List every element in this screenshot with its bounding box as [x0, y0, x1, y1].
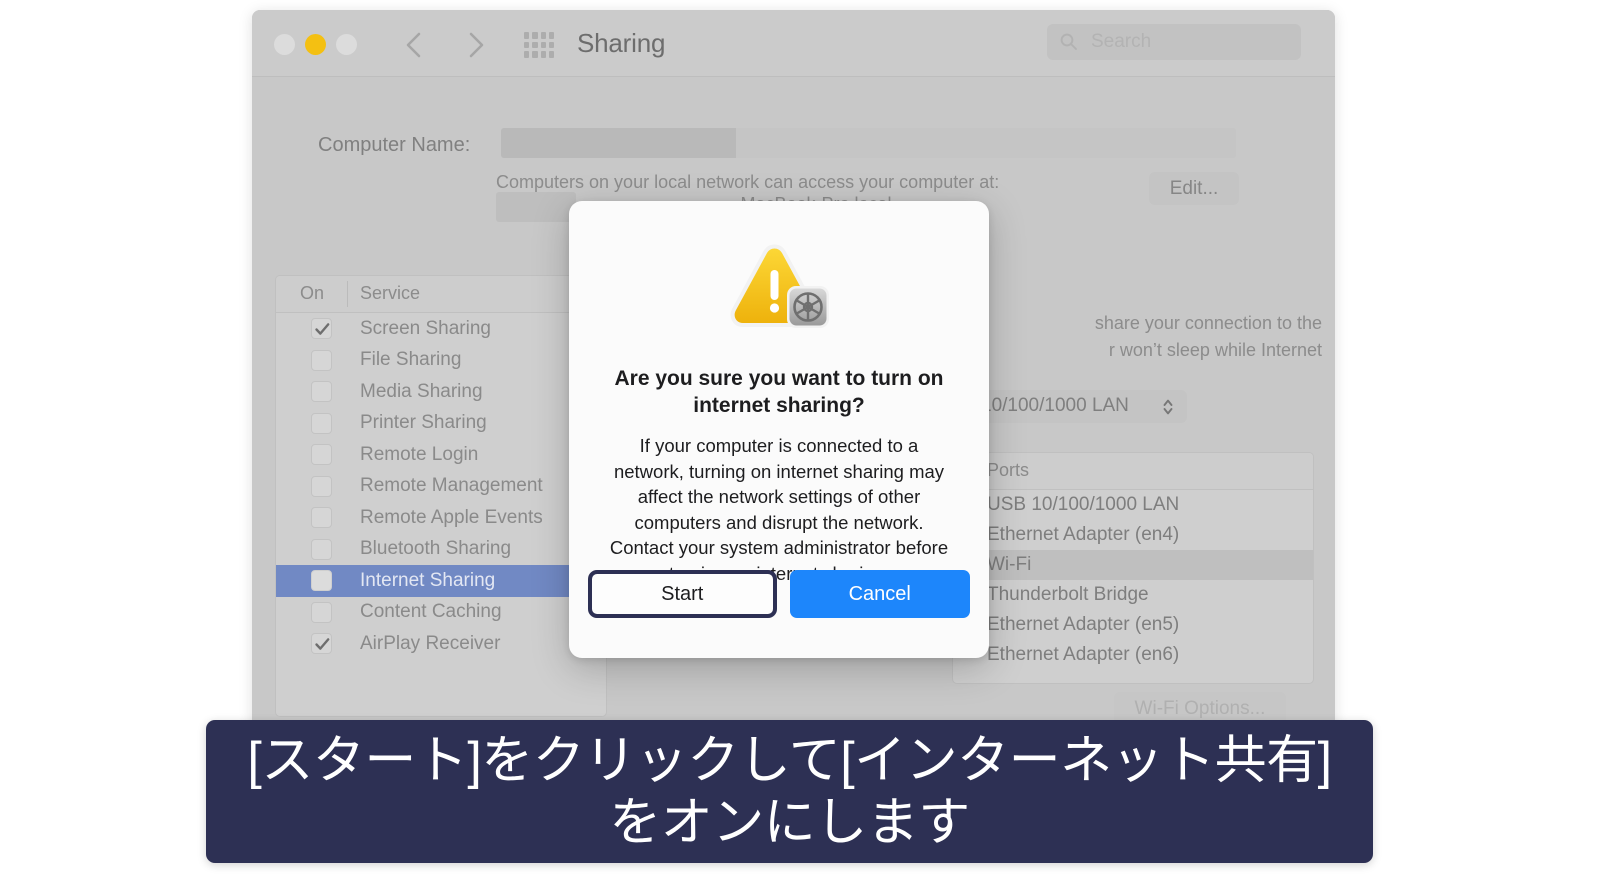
close-window-button[interactable] [274, 34, 295, 55]
service-label: Content Caching [360, 601, 502, 623]
search-input[interactable]: Search [1047, 24, 1301, 60]
service-label: Internet Sharing [360, 569, 496, 591]
checkbox-unchecked[interactable] [311, 538, 332, 560]
services-table: On Service Screen Sharing File Sharing Med… [275, 275, 607, 717]
services-table-header: On Service [276, 276, 606, 313]
service-row[interactable]: Remote Login [276, 439, 606, 471]
service-row[interactable]: File Sharing [276, 345, 606, 377]
search-icon [1059, 32, 1079, 52]
computer-name-field[interactable] [501, 128, 1236, 158]
local-access-note: Computers on your local network can acce… [496, 172, 1000, 192]
ports-table-header: Ports [953, 453, 1313, 490]
checkbox-unchecked[interactable] [311, 601, 332, 623]
service-row[interactable]: AirPlay Receiver [276, 628, 606, 660]
column-divider [347, 281, 348, 307]
internet-sharing-confirm-dialog: Are you sure you want to turn on interne… [569, 201, 989, 658]
checkbox-unchecked[interactable] [311, 381, 332, 403]
port-row[interactable]: USB 10/100/1000 LAN [953, 490, 1313, 520]
instruction-caption: [スタート]をクリックして[インターネット共有]をオンにします [206, 720, 1373, 863]
service-row[interactable]: Remote Apple Events [276, 502, 606, 534]
warning-triangle-with-gear-icon [727, 244, 831, 340]
minimize-window-button[interactable] [305, 34, 326, 55]
checkbox-checked[interactable] [311, 633, 332, 655]
edit-computer-name-button[interactable]: Edit... [1149, 172, 1239, 205]
checkbox-checked[interactable] [311, 318, 332, 340]
computer-name-redaction [501, 128, 736, 158]
service-label: Bluetooth Sharing [360, 538, 512, 560]
checkbox-unchecked[interactable] [311, 507, 332, 529]
page-title: Sharing [577, 28, 666, 58]
share-connection-from-value: 10/100/1000 LAN [981, 395, 1129, 416]
chevron-right-icon[interactable] [462, 30, 490, 60]
checkbox-unchecked[interactable] [311, 349, 332, 371]
start-button[interactable]: Start [588, 570, 777, 618]
computer-name-label: Computer Name: [318, 134, 471, 156]
service-label: Remote Login [360, 443, 479, 465]
service-row[interactable]: Remote Management [276, 471, 606, 503]
service-label: Screen Sharing [360, 317, 491, 339]
service-label: AirPlay Receiver [360, 632, 501, 654]
service-label: Remote Management [360, 475, 543, 497]
dialog-message: If your computer is connected to a netwo… [609, 435, 949, 584]
show-all-grid-icon[interactable] [524, 32, 554, 58]
zoom-window-button[interactable] [336, 34, 357, 55]
share-connection-from-popup[interactable]: 10/100/1000 LAN [967, 390, 1187, 423]
service-row[interactable]: Screen Sharing [276, 313, 606, 345]
port-row[interactable]: Wi-Fi [953, 550, 1313, 580]
port-row[interactable]: Ethernet Adapter (en4) [953, 520, 1313, 550]
service-row[interactable]: Media Sharing [276, 376, 606, 408]
checkbox-unchecked[interactable] [311, 444, 332, 466]
checkbox-unchecked[interactable] [311, 475, 332, 497]
port-row[interactable]: Ethernet Adapter (en5) [953, 610, 1313, 640]
chevron-left-icon[interactable] [400, 30, 428, 60]
service-label: Media Sharing [360, 380, 483, 402]
service-label: File Sharing [360, 349, 462, 371]
on-column-header: On [300, 283, 325, 303]
ports-table: Ports USB 10/100/1000 LAN Ethernet Adapte… [952, 452, 1314, 684]
window-titlebar: Sharing Search [252, 10, 1335, 77]
instruction-caption-text: [スタート]をクリックして[インターネット共有]をオンにします [247, 731, 1332, 852]
service-label: Printer Sharing [360, 412, 487, 434]
service-column-header: Service [360, 283, 421, 303]
checkbox-unchecked[interactable] [311, 570, 332, 592]
dialog-title: Are you sure you want to turn on interne… [614, 367, 944, 417]
port-row[interactable]: Ethernet Adapter (en6) [953, 640, 1313, 670]
cancel-button[interactable]: Cancel [789, 570, 970, 618]
service-row[interactable]: Internet Sharing [276, 565, 606, 597]
service-row[interactable]: Content Caching [276, 597, 606, 629]
service-row[interactable]: Bluetooth Sharing [276, 534, 606, 566]
service-label: Remote Apple Events [360, 506, 543, 528]
service-row[interactable]: Printer Sharing [276, 408, 606, 440]
chevron-up-down-icon [1161, 396, 1175, 418]
dialog-button-row: Start Cancel [588, 570, 970, 618]
port-row[interactable]: Thunderbolt Bridge [953, 580, 1313, 610]
ports-column-header: Ports [987, 460, 1030, 480]
search-placeholder: Search [1091, 31, 1152, 52]
checkbox-unchecked[interactable] [311, 412, 332, 434]
